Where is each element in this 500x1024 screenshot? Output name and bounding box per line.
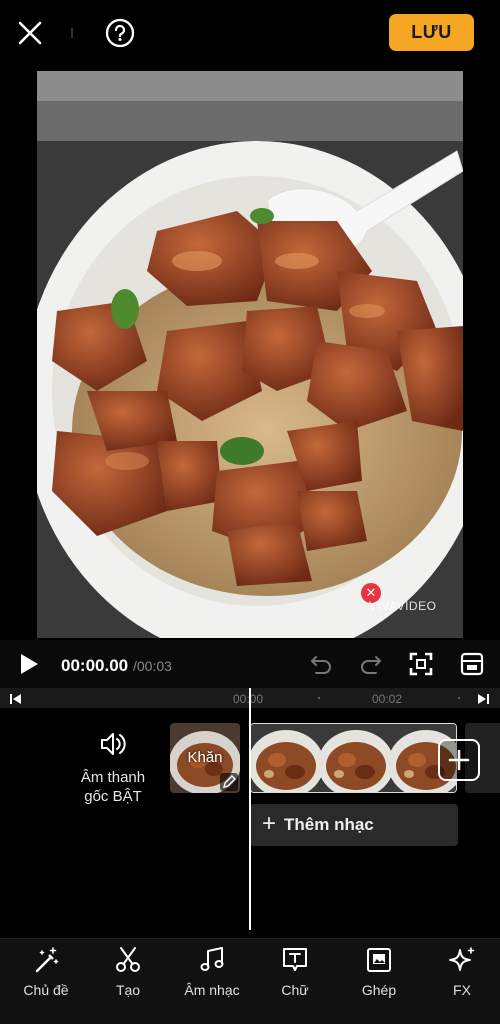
watermark: VIVAVIDEO [369,599,437,613]
playback-controls: 00:00.00 /00:03 [0,640,500,688]
tab-label: Chủ đề [23,982,69,998]
audio-toggle-label: Âm thanh gốc BẬT [70,768,156,806]
redo-icon[interactable] [358,651,384,677]
video-clip[interactable] [250,723,457,793]
audio-label-line-1: Âm thanh [80,769,146,786]
tab-label: Âm nhạc [184,982,240,998]
plus-icon: + [262,810,277,837]
tab-label: Ghép [361,982,397,998]
clip-frame [321,724,391,792]
help-icon[interactable] [104,17,136,49]
cover-clip[interactable]: Khăn [170,723,240,793]
audio-label-line-2: gốc BẬT [84,788,142,805]
original-audio-toggle[interactable]: Âm thanh gốc BẬT [70,730,156,806]
add-music-button[interactable]: + Thêm nhạc [250,804,458,846]
bottom-toolbar: Chủ đề Tạo Âm nhạc Chữ Ghép FX [0,938,500,1024]
fullscreen-icon[interactable] [408,651,434,677]
top-bar: LƯU [0,0,500,66]
aspect-ratio-icon[interactable] [459,651,485,677]
playhead[interactable] [249,688,251,930]
music-note-icon [200,947,224,971]
play-icon[interactable] [18,652,40,676]
food-photo [37,71,463,638]
sparkle-icon [449,947,475,971]
close-icon[interactable] [14,17,46,49]
tab-label: Chữ [281,982,309,998]
picture-in-picture-icon [367,948,391,972]
add-music-label: Thêm nhạc [284,815,374,834]
video-preview[interactable]: ✕ VIVAVIDEO [37,71,463,638]
ruler-tick: 00:02 [372,692,403,706]
text-icon [283,948,307,971]
tab-overlay[interactable]: Ghép [337,945,421,998]
current-time: 00:00.00 [61,656,129,675]
scissors-icon [116,947,140,972]
plus-icon [448,749,470,771]
clip-frame [251,724,321,792]
save-button[interactable]: LƯU [389,14,474,51]
tab-music[interactable]: Âm nhạc [170,945,254,998]
magic-wand-icon [35,947,59,973]
undo-icon[interactable] [308,651,334,677]
tab-text[interactable]: Chữ [253,945,337,998]
cover-label: Khăn [187,749,223,766]
total-duration: /00:03 [133,658,172,674]
tab-label: Tạo [115,982,141,998]
tab-label: FX [453,982,471,998]
add-clip-button[interactable] [438,739,480,781]
tab-fx[interactable]: FX [420,945,500,998]
ruler-dot [458,697,460,699]
ruler-dot [318,697,320,699]
tab-create[interactable]: Tạo [86,945,170,998]
divider [71,28,73,38]
speaker-icon [101,733,126,755]
tab-theme[interactable]: Chủ đề [4,945,88,998]
edit-pencil-icon[interactable] [220,773,238,791]
